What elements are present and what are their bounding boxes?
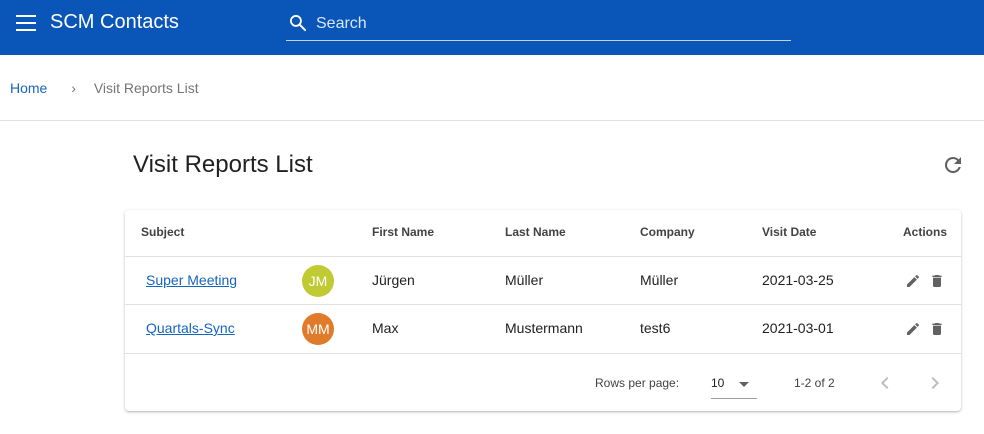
column-header-first-name[interactable]: First Name bbox=[372, 225, 434, 239]
search-input[interactable] bbox=[314, 10, 788, 38]
previous-page-icon[interactable] bbox=[873, 371, 897, 395]
trash-icon[interactable] bbox=[929, 273, 945, 289]
column-header-visit-date[interactable]: Visit Date bbox=[762, 225, 816, 239]
table-pagination: Rows per page: 10 1-2 of 2 bbox=[125, 353, 961, 412]
visit-date-cell: 2021-03-25 bbox=[762, 272, 834, 288]
breadcrumb-current: Visit Reports List bbox=[93, 80, 199, 96]
app-bar: SCM Contacts bbox=[0, 0, 984, 55]
last-name-cell: Müller bbox=[505, 272, 544, 288]
last-name-cell: Mustermann bbox=[505, 320, 583, 336]
trash-icon[interactable] bbox=[929, 321, 945, 337]
avatar: MM bbox=[302, 313, 334, 345]
visit-reports-table: Subject First Name Last Name Company Vis… bbox=[125, 210, 961, 411]
next-page-icon[interactable] bbox=[923, 371, 947, 395]
rows-per-page-value: 10 bbox=[711, 376, 725, 390]
column-header-actions: Actions bbox=[903, 225, 948, 239]
first-name-cell: Max bbox=[372, 320, 399, 336]
column-header-subject[interactable]: Subject bbox=[141, 225, 184, 239]
company-cell: test6 bbox=[640, 320, 671, 336]
menu-icon[interactable] bbox=[16, 15, 36, 31]
table-row[interactable]: Quartals-Sync MM Max Mustermann test6 20… bbox=[125, 304, 961, 353]
table-row[interactable]: Super Meeting JM Jürgen Müller Müller 20… bbox=[125, 256, 961, 305]
column-header-company[interactable]: Company bbox=[640, 225, 695, 239]
breadcrumb: Home › Visit Reports List bbox=[10, 80, 199, 98]
chevron-right-icon: › bbox=[71, 80, 76, 96]
rows-per-page-select[interactable]: 10 bbox=[711, 368, 757, 399]
search-icon[interactable] bbox=[288, 13, 308, 33]
page-title: Visit Reports List bbox=[133, 151, 313, 178]
company-cell: Müller bbox=[640, 272, 679, 288]
page-range: 1-2 of 2 bbox=[794, 376, 835, 390]
pencil-icon[interactable] bbox=[905, 321, 921, 337]
avatar: JM bbox=[302, 265, 334, 297]
subject-link[interactable]: Super Meeting bbox=[146, 272, 237, 288]
first-name-cell: Jürgen bbox=[372, 272, 415, 288]
rows-per-page-label: Rows per page: bbox=[595, 376, 680, 390]
refresh-icon[interactable] bbox=[941, 153, 965, 177]
visit-date-cell: 2021-03-01 bbox=[762, 320, 834, 336]
divider bbox=[0, 120, 984, 121]
pencil-icon[interactable] bbox=[905, 273, 921, 289]
subject-link[interactable]: Quartals-Sync bbox=[146, 320, 235, 336]
caret-down-icon bbox=[739, 382, 749, 387]
column-header-last-name[interactable]: Last Name bbox=[505, 225, 566, 239]
breadcrumb-home-link[interactable]: Home bbox=[10, 80, 47, 96]
app-title[interactable]: SCM Contacts bbox=[50, 11, 179, 34]
search-bar bbox=[286, 10, 791, 41]
